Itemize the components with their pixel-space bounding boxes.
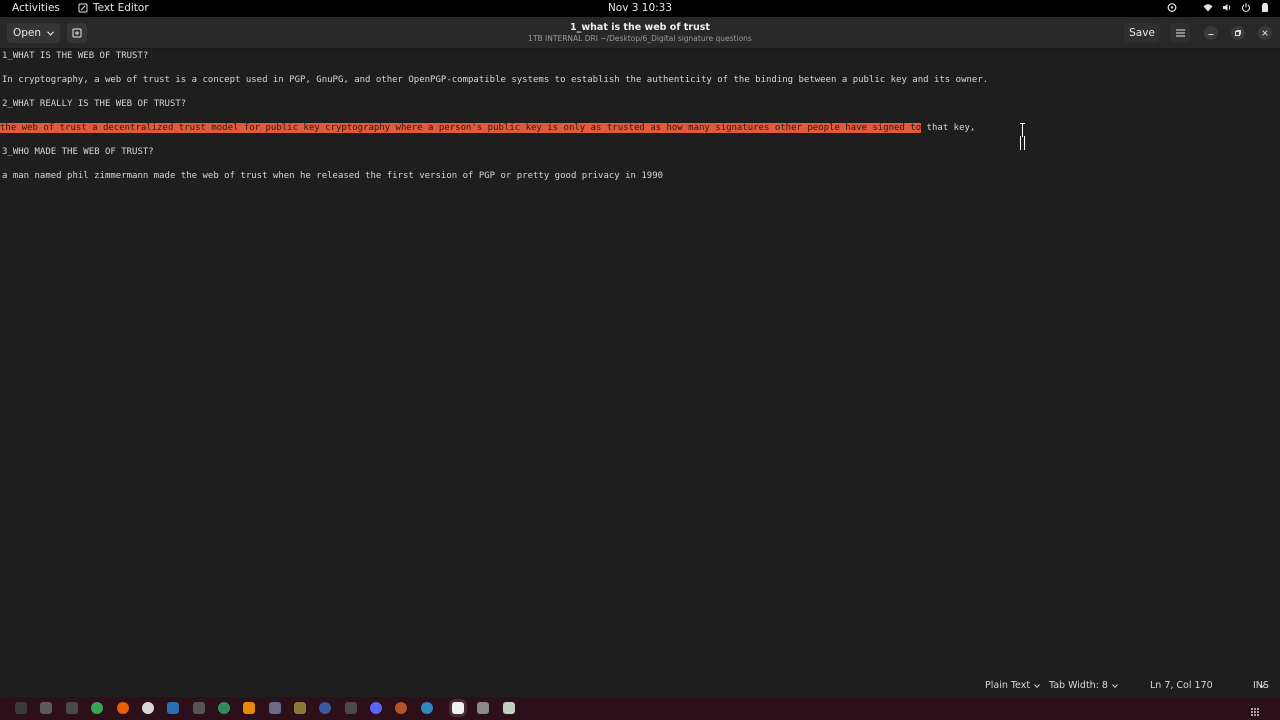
language-selector[interactable]: Plain Text bbox=[985, 680, 1040, 691]
steam-app-icon[interactable] bbox=[167, 702, 179, 714]
inkscape-app-icon[interactable] bbox=[269, 702, 281, 714]
update-icon bbox=[1167, 3, 1177, 12]
wifi-icon bbox=[1203, 4, 1213, 12]
text-line-9[interactable]: 3_WHO MADE THE WEB OF TRUST? bbox=[2, 146, 154, 158]
chrome-app-icon[interactable] bbox=[91, 702, 103, 714]
text-line-7[interactable]: the web of trust a decentralized trust m… bbox=[0, 122, 975, 134]
document-title: 1_what is the web of trust bbox=[570, 22, 710, 33]
terminal-app-icon[interactable] bbox=[15, 702, 27, 714]
header-bar: Open 1_what is the web of trust 1TB INTE… bbox=[0, 17, 1280, 49]
gimp-app-icon[interactable] bbox=[294, 702, 306, 714]
insert-mode[interactable]: INS bbox=[1253, 680, 1269, 691]
save-button[interactable]: Save bbox=[1124, 23, 1160, 43]
text-editor-icon bbox=[78, 3, 88, 13]
new-tab-icon bbox=[72, 28, 82, 38]
tab-width-label: Tab Width: 8 bbox=[1049, 680, 1108, 691]
github-app-icon[interactable] bbox=[142, 702, 154, 714]
chevron-down-icon bbox=[1112, 683, 1118, 688]
minimize-button[interactable] bbox=[1204, 26, 1218, 40]
discord-app-icon[interactable] bbox=[370, 702, 382, 714]
folder-app-icon[interactable] bbox=[66, 702, 78, 714]
text-line-1[interactable]: 1_WHAT IS THE WEB OF TRUST? bbox=[2, 50, 148, 62]
restore-icon bbox=[1235, 30, 1241, 36]
dock bbox=[0, 697, 1280, 720]
new-document-button[interactable] bbox=[67, 23, 87, 43]
selected-text[interactable]: the web of trust a decentralized trust m… bbox=[0, 123, 922, 133]
unselected-text: that key, bbox=[921, 123, 976, 133]
insert-mode-label: INS bbox=[1253, 680, 1269, 691]
close-icon bbox=[1262, 30, 1268, 36]
clock[interactable]: Nov 3 10:33 bbox=[608, 2, 672, 14]
settings-app-icon[interactable] bbox=[345, 702, 357, 714]
notes-app-icon[interactable] bbox=[503, 702, 515, 714]
chevron-down-icon bbox=[1034, 683, 1040, 688]
vlc-app-icon[interactable] bbox=[243, 702, 255, 714]
app-name: Text Editor bbox=[93, 2, 149, 14]
text-cursor-icon bbox=[1020, 123, 1025, 137]
app-menu[interactable]: Text Editor bbox=[78, 2, 149, 14]
battery-icon bbox=[1262, 3, 1268, 12]
power-icon bbox=[1241, 3, 1251, 12]
obs-app-icon[interactable] bbox=[319, 702, 331, 714]
system-tray[interactable] bbox=[1167, 2, 1270, 13]
text-line-3[interactable]: In cryptography, a web of trust is a con… bbox=[2, 74, 988, 86]
text-editor-app-icon[interactable] bbox=[452, 702, 464, 714]
browser-app-icon[interactable] bbox=[421, 702, 433, 714]
status-bar: Plain Text Tab Width: 8 Ln 7, Col 170 IN… bbox=[0, 673, 1280, 697]
document-path: 1TB INTERNAL DRI ~/Desktop/6_Digital sig… bbox=[528, 34, 752, 43]
cursor-position-label: Ln 7, Col 170 bbox=[1150, 680, 1213, 691]
close-button[interactable] bbox=[1258, 26, 1272, 40]
cursor-position[interactable]: Ln 7, Col 170 bbox=[1150, 680, 1265, 691]
chevron-down-icon bbox=[47, 30, 54, 36]
open-label: Open bbox=[12, 27, 42, 39]
game-app-icon[interactable] bbox=[193, 702, 205, 714]
window-title: 1_what is the web of trust 1TB INTERNAL … bbox=[0, 22, 1280, 43]
tab-width-selector[interactable]: Tab Width: 8 bbox=[1049, 680, 1118, 691]
text-editor-area[interactable]: 1_WHAT IS THE WEB OF TRUST? In cryptogra… bbox=[0, 49, 1280, 673]
text-line-11[interactable]: a man named phil zimmermann made the web… bbox=[2, 170, 663, 182]
text-line-5[interactable]: 2_WHAT REALLY IS THE WEB OF TRUST? bbox=[2, 98, 186, 110]
open-button[interactable]: Open bbox=[7, 23, 60, 43]
main-menu-button[interactable] bbox=[1170, 23, 1190, 43]
language-label: Plain Text bbox=[985, 680, 1031, 691]
maximize-button[interactable] bbox=[1231, 26, 1245, 40]
hamburger-menu-icon bbox=[1175, 29, 1185, 37]
files-app-icon[interactable] bbox=[40, 702, 52, 714]
volume-icon bbox=[1223, 4, 1231, 11]
sync-app-icon[interactable] bbox=[218, 702, 230, 714]
minimize-icon bbox=[1208, 34, 1214, 35]
document-app-icon[interactable] bbox=[477, 702, 489, 714]
system-top-bar: Activities Text Editor Nov 3 10:33 bbox=[0, 0, 1280, 17]
blender-app-icon[interactable] bbox=[395, 702, 407, 714]
firefox-app-icon[interactable] bbox=[117, 702, 129, 714]
app-grid-icon bbox=[1251, 708, 1259, 716]
show-apps-button[interactable] bbox=[1250, 702, 1264, 716]
activities-button[interactable]: Activities bbox=[12, 2, 60, 14]
